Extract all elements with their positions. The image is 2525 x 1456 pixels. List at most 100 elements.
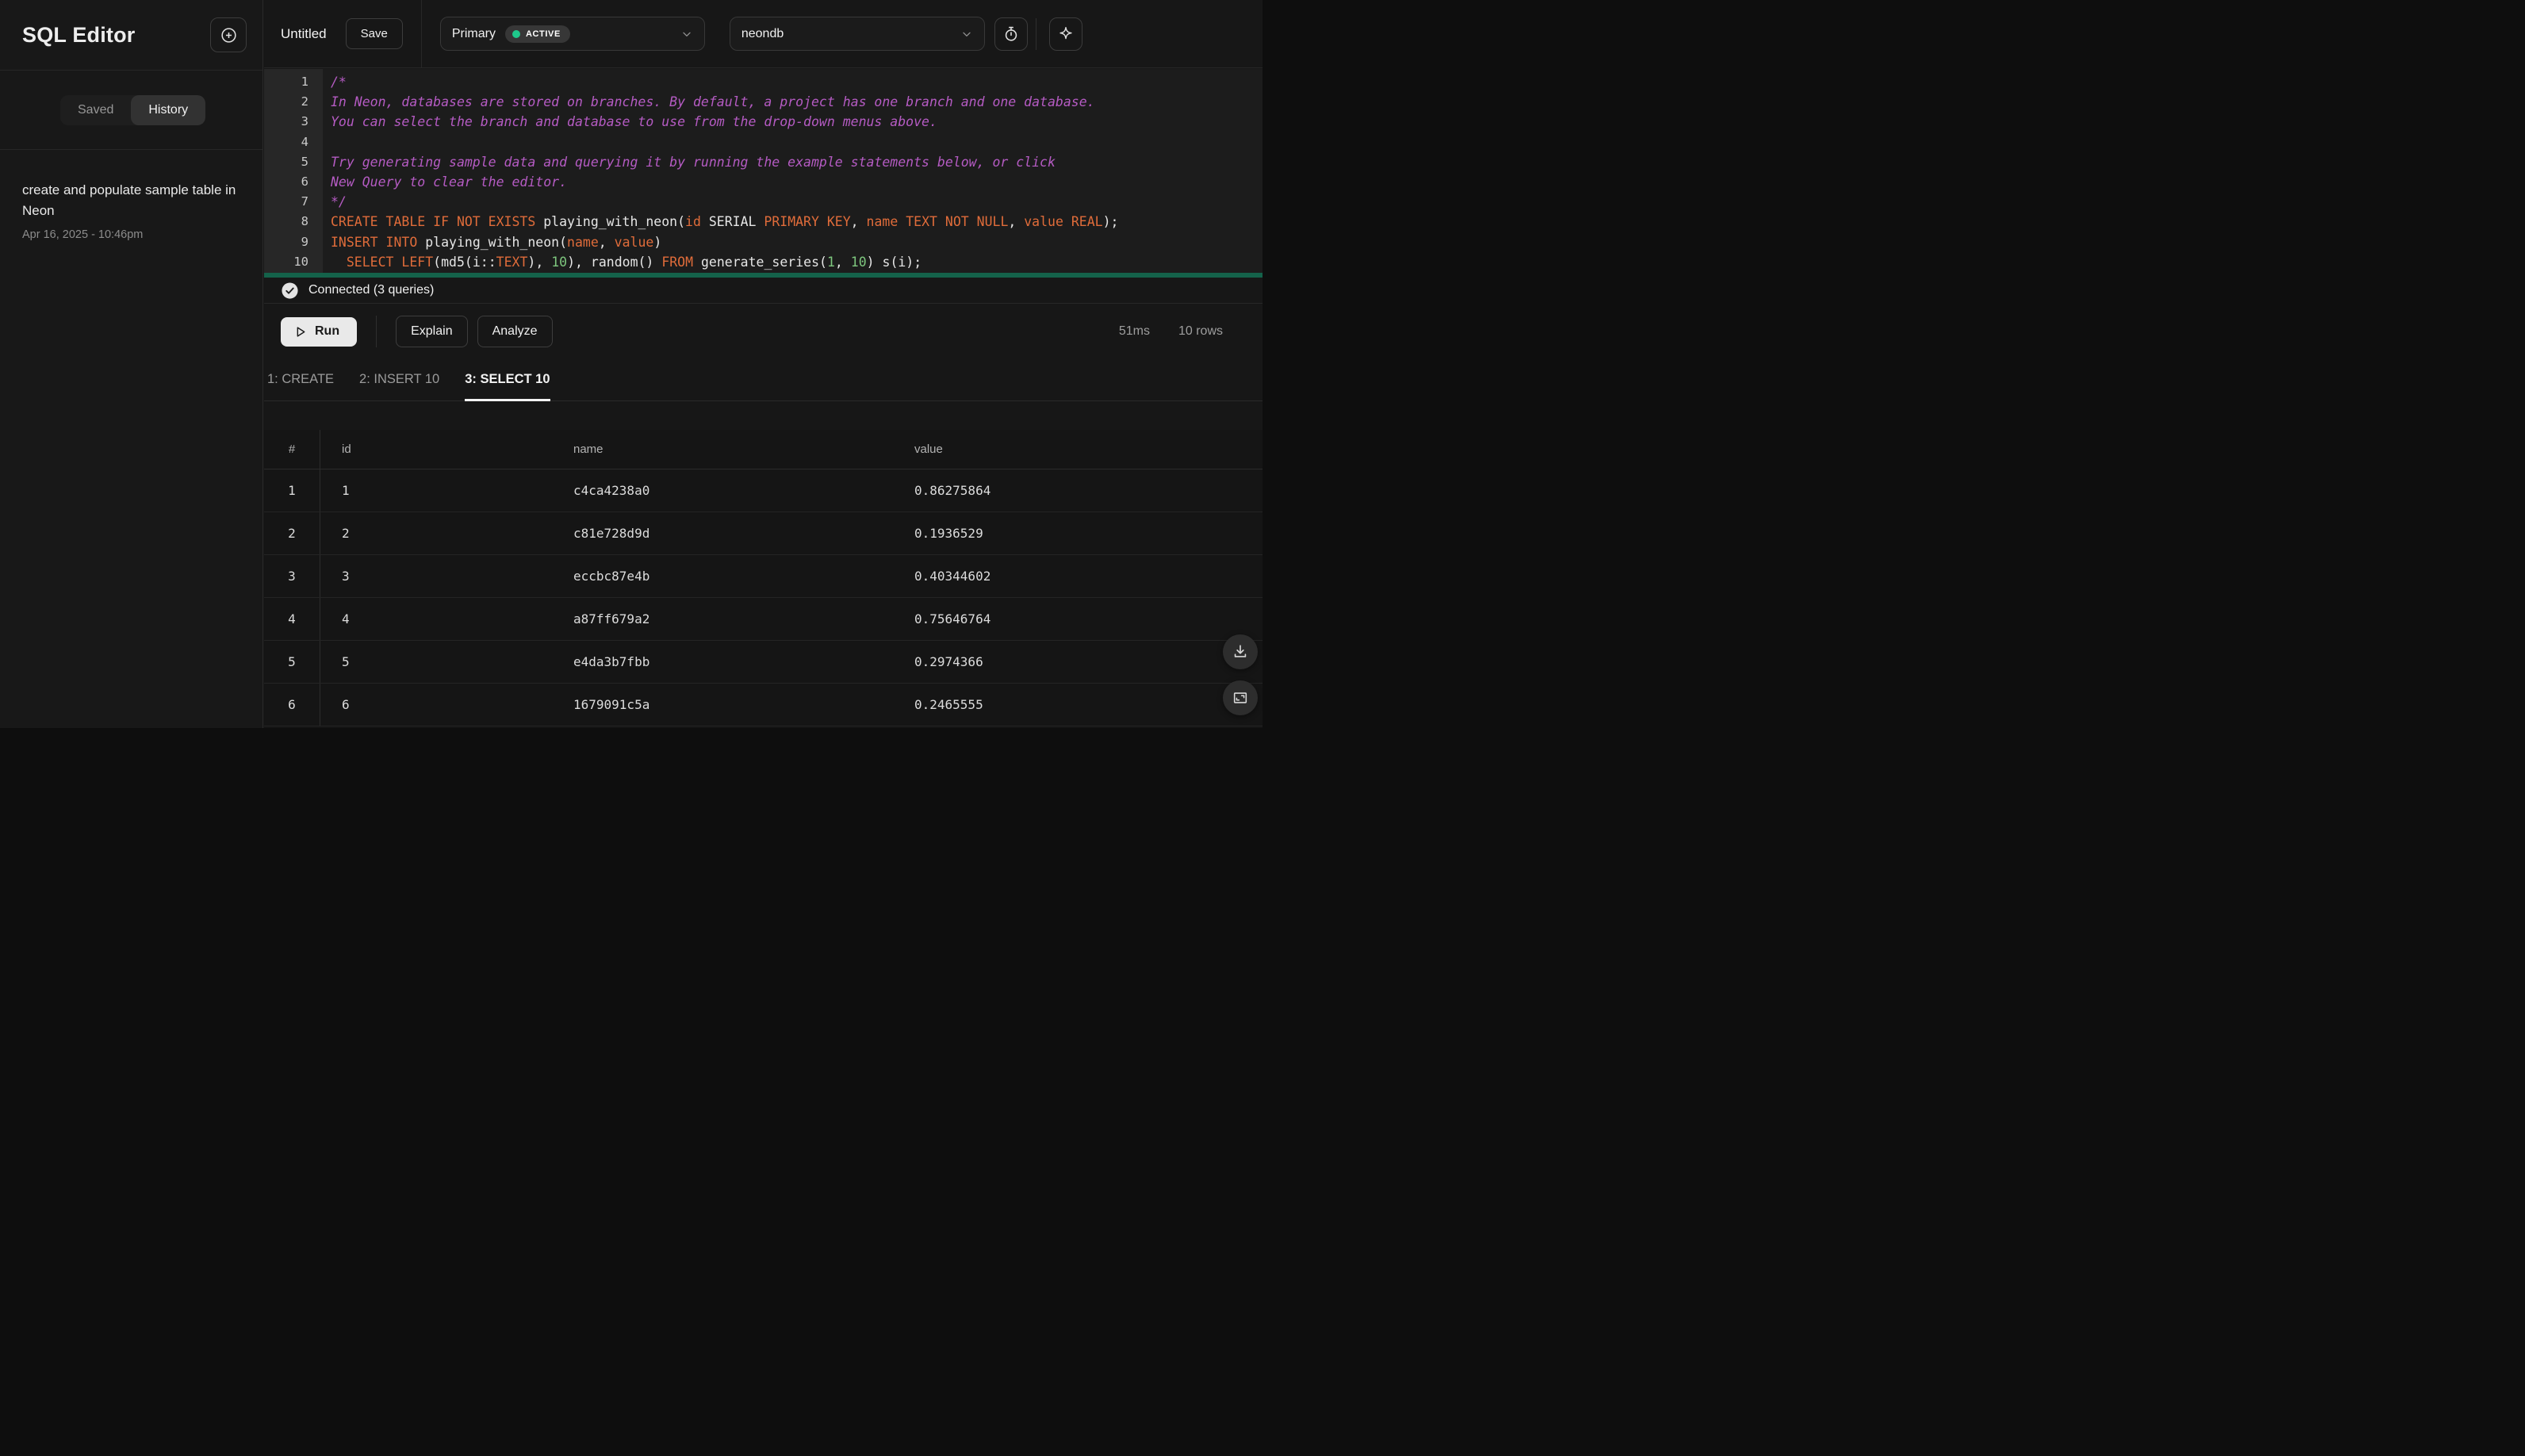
name-cell: eccbc87e4b <box>573 569 650 584</box>
line-number-gutter: 1 2 3 4 5 6 7 8 9 10 <box>264 69 323 273</box>
code-line[interactable]: New Query to clear the editor. <box>331 172 1262 192</box>
result-tab-3[interactable]: 3: SELECT 10 <box>465 358 550 401</box>
chevron-down-icon <box>680 28 693 40</box>
row-index-cell: 3 <box>264 555 320 597</box>
query-file-name: Untitled <box>281 25 327 41</box>
table-row[interactable]: 6 6 1679091c5a 0.2465555 <box>264 684 1262 726</box>
branch-name: Primary <box>451 26 496 40</box>
value-cell: 0.1936529 <box>914 526 983 541</box>
value-cell: 0.2465555 <box>914 697 983 712</box>
tab-history[interactable]: History <box>131 94 206 125</box>
table-row[interactable]: 5 5 e4da3b7fbb 0.2974366 <box>264 641 1262 684</box>
toolbar-divider <box>420 0 422 68</box>
line-number: 3 <box>301 114 308 129</box>
sparkle-icon <box>1057 25 1075 43</box>
stopwatch-icon <box>1002 25 1020 43</box>
table-row[interactable]: 2 2 c81e728d9d 0.1936529 <box>264 512 1262 555</box>
line-number: 5 <box>301 154 308 169</box>
code-line[interactable] <box>331 132 1262 152</box>
query-history-timer-button[interactable] <box>994 17 1028 51</box>
sql-text: ) <box>653 234 662 250</box>
name-cell: a87ff679a2 <box>573 611 650 626</box>
code-line[interactable]: You can select the branch and database t… <box>331 112 1262 132</box>
branch-select[interactable]: Primary ACTIVE <box>439 17 705 51</box>
new-query-button[interactable] <box>210 17 247 52</box>
sql-number: 10 <box>850 254 867 270</box>
code-line[interactable]: SELECT LEFT(md5(i::TEXT), 10), random() … <box>331 252 1262 272</box>
sql-comment: /* <box>331 75 347 90</box>
sql-keyword: INSERT INTO <box>331 234 418 250</box>
sql-code-editor[interactable]: 1 2 3 4 5 6 7 8 9 10 /* In Neon, databases are sto… <box>264 69 1262 273</box>
sql-text: ), <box>527 254 552 270</box>
tab-saved[interactable]: Saved <box>60 95 131 125</box>
download-results-button[interactable] <box>1223 634 1258 669</box>
id-cell: 6 <box>342 697 350 712</box>
name-cell: 1679091c5a <box>573 697 650 712</box>
results-table: # id name value 1 1 c4ca4238a0 0.86275864 2 2… <box>264 430 1262 728</box>
sql-text: playing_with_neon( <box>417 234 568 250</box>
history-list-item[interactable]: create and populate sample table in Neon… <box>0 150 262 241</box>
sql-editor-app: SQL Editor Saved History create and popu… <box>0 0 1262 728</box>
ai-assist-button[interactable] <box>1048 17 1082 51</box>
main-panel: Untitled Save Primary ACTIVE neondb 1 2 … <box>264 0 1262 728</box>
value-cell: 0.2974366 <box>914 654 983 669</box>
sql-text: SERIAL <box>700 214 764 230</box>
code-line[interactable]: INSERT INTO playing_with_neon(name, valu… <box>331 232 1262 252</box>
result-tab-1[interactable]: 1: CREATE <box>267 358 334 400</box>
table-row[interactable]: 4 4 a87ff679a2 0.75646764 <box>264 598 1262 641</box>
sql-keyword: name <box>866 214 899 230</box>
code-line[interactable]: In Neon, databases are stored on branche… <box>331 92 1262 112</box>
value-cell: 0.75646764 <box>914 611 991 626</box>
line-number: 9 <box>301 234 308 249</box>
code-pane[interactable]: /* In Neon, databases are stored on branc… <box>323 69 1262 273</box>
sidebar-tabs-section: Saved History <box>0 71 262 150</box>
results-table-header: # id name value <box>264 430 1262 469</box>
sql-text: ), random() <box>567 254 662 270</box>
sidebar-header: SQL Editor <box>0 0 262 71</box>
sql-text: ) s(i); <box>866 254 922 270</box>
analyze-button[interactable]: Analyze <box>477 316 553 347</box>
value-cell: 0.86275864 <box>914 483 991 498</box>
sql-keyword: PRIMARY KEY <box>764 214 851 230</box>
line-number: 7 <box>301 194 308 209</box>
line-number: 10 <box>293 254 308 269</box>
sql-keyword: LEFT <box>401 254 434 270</box>
query-duration: 51ms <box>1118 324 1150 338</box>
table-row[interactable]: 3 3 eccbc87e4b 0.40344602 <box>264 555 1262 598</box>
table-row[interactable]: 1 1 c4ca4238a0 0.86275864 <box>264 469 1262 512</box>
code-line[interactable]: CREATE TABLE IF NOT EXISTS playing_with_… <box>331 212 1262 232</box>
connection-status-row: Connected (3 queries) <box>264 278 1262 304</box>
sql-keyword: CREATE TABLE IF NOT EXISTS <box>331 214 536 230</box>
sql-number: 10 <box>551 254 568 270</box>
editor-toolbar: Untitled Save Primary ACTIVE neondb <box>264 0 1262 68</box>
chevron-down-icon <box>960 28 973 40</box>
sql-keyword: name <box>567 234 599 250</box>
sql-number: 1 <box>826 254 835 270</box>
sql-comment: New Query to clear the editor. <box>331 174 568 190</box>
sql-text: , <box>598 234 615 250</box>
run-button[interactable]: Run <box>281 316 358 347</box>
query-actions-row: Run Explain Analyze 51ms 10 rows <box>264 305 1262 358</box>
code-line[interactable]: */ <box>331 192 1262 212</box>
sidebar: SQL Editor Saved History create and popu… <box>0 0 263 728</box>
value-cell: 0.40344602 <box>914 569 991 584</box>
save-button[interactable]: Save <box>345 18 403 49</box>
result-tab-2[interactable]: 2: INSERT 10 <box>359 358 439 400</box>
code-line[interactable]: /* <box>331 72 1262 92</box>
sql-comment: You can select the branch and database t… <box>331 114 937 130</box>
column-header-name: name <box>573 443 603 456</box>
row-index-cell: 6 <box>264 684 320 726</box>
plus-circle-icon <box>220 26 238 44</box>
database-select[interactable]: neondb <box>729 17 985 51</box>
explain-button[interactable]: Explain <box>396 316 468 347</box>
sql-keyword: REAL <box>1071 214 1103 230</box>
sql-text: , <box>834 254 851 270</box>
code-line[interactable]: Try generating sample data and querying … <box>331 152 1262 172</box>
line-number: 1 <box>301 75 308 89</box>
expand-results-button[interactable] <box>1223 680 1258 715</box>
row-index-cell: 4 <box>264 598 320 640</box>
line-number: 4 <box>301 134 308 149</box>
